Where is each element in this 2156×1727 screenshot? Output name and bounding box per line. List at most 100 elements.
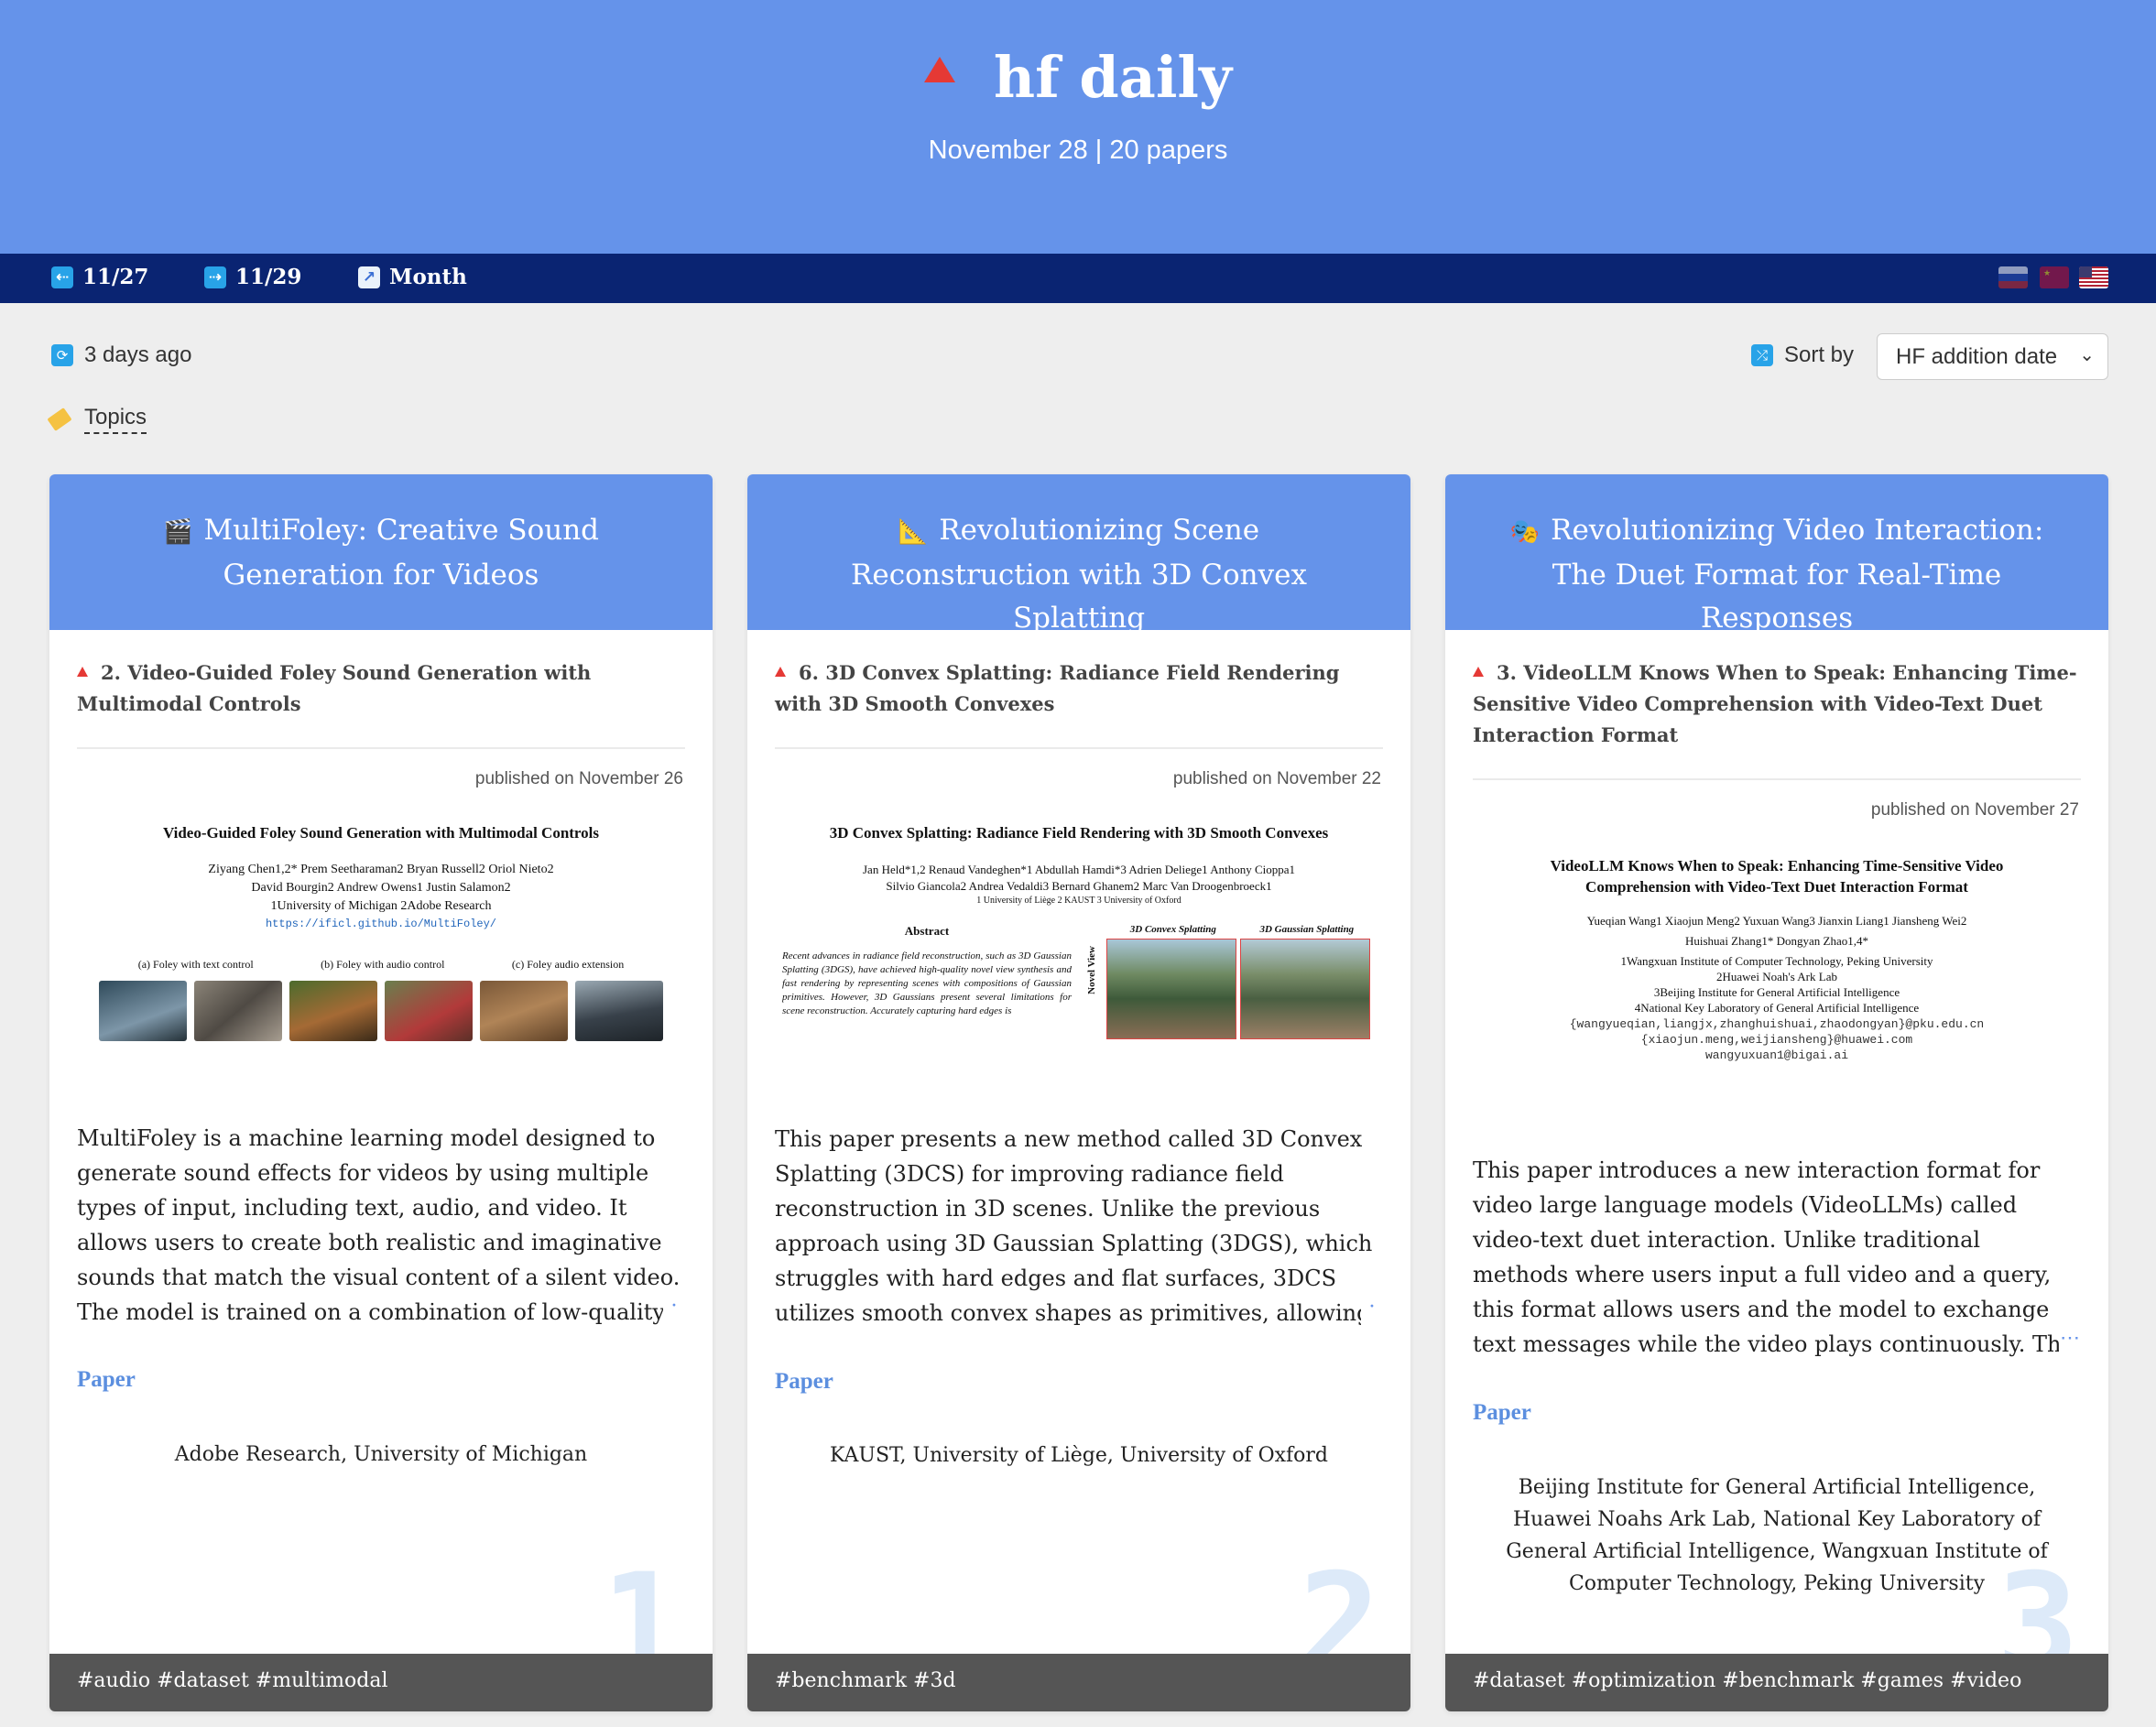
hf-triangle-icon	[1473, 667, 1484, 677]
preview-authors: Huishuai Zhang1* Dongyan Zhao1,4*	[1684, 934, 1869, 948]
sort-select-value: HF addition date	[1896, 344, 2058, 369]
figure-thumbnail	[1106, 939, 1236, 1039]
figure-caption: (b) Foley with audio control	[321, 958, 445, 971]
paper-preview-image: VideoLLM Knows When to Speak: Enhancing …	[1473, 844, 2081, 1135]
paper-title[interactable]: 6. 3D Convex Splatting: Radiance Field R…	[775, 657, 1383, 720]
flag-ru-icon[interactable]	[1998, 266, 2028, 288]
sort-label-group: ⤮ Sort by	[1751, 342, 1854, 368]
paper-title[interactable]: 3. VideoLLM Knows When to Speak: Enhanci…	[1473, 657, 2081, 751]
paper-title-text: 3. VideoLLM Knows When to Speak: Enhanci…	[1473, 661, 2077, 746]
card-tags[interactable]: #audio #dataset #multimodal	[49, 1654, 713, 1711]
card-headline-text: MultiFoley: Creative Sound Generation fo…	[203, 514, 600, 592]
figure-thumbnail	[480, 981, 568, 1041]
ellipsis-icon: ⋯	[2059, 1327, 2081, 1362]
paper-title[interactable]: 2. Video-Guided Foley Sound Generation w…	[77, 657, 685, 720]
preview-affiliation: 1 University of Liège 2 KAUST 3 Universi…	[976, 896, 1181, 906]
shuffle-icon: ⤮	[1751, 344, 1773, 366]
hf-triangle-icon	[775, 667, 786, 677]
paper-card: 🎭 Revolutionizing Video Interaction: The …	[1445, 474, 2108, 1711]
chart-icon: ↗	[358, 266, 380, 288]
figure-thumbnail	[575, 981, 663, 1041]
figure-thumbnail	[289, 981, 377, 1041]
preview-title: 3D Convex Splatting: Radiance Field Rend…	[829, 824, 1329, 842]
preview-authors: Jan Held*1,2 Renaud Vandeghen*1 Abdullah…	[862, 863, 1296, 876]
paper-link[interactable]: Paper	[1473, 1400, 1531, 1426]
figure-label: 3D Gaussian Splatting	[1259, 924, 1355, 935]
topics-toggle[interactable]: Topics	[47, 405, 147, 434]
tag-icon	[47, 407, 72, 431]
preview-abstract: Abstract Recent advances in radiance fie…	[782, 924, 1072, 1039]
paper-link[interactable]: Paper	[775, 1369, 833, 1395]
next-day-link[interactable]: ⇢ 11/29	[204, 265, 301, 289]
prev-day-link[interactable]: ⇠ 11/27	[51, 265, 148, 289]
logo-triangle-icon	[924, 57, 955, 82]
sort-select[interactable]: HF addition date ⌄	[1877, 333, 2108, 380]
preview-email: {xiaojun.meng,weijiansheng}@huawei.com	[1640, 1033, 1913, 1047]
flag-en-icon[interactable]	[2079, 266, 2108, 288]
paper-preview-image: 3D Convex Splatting: Radiance Field Rend…	[775, 813, 1383, 1104]
preview-figure-thumbnails	[77, 981, 685, 1041]
paper-title-text: 6. 3D Convex Splatting: Radiance Field R…	[775, 661, 1340, 715]
paper-affiliations: Beijing Institute for General Artificial…	[1506, 1476, 2048, 1595]
paper-description: This paper introduces a new interaction …	[1473, 1157, 2080, 1357]
page-header: hf daily November 28 | 20 papers	[0, 0, 2156, 254]
chevron-down-icon: ⌄	[2079, 343, 2095, 365]
divider	[1473, 778, 2081, 780]
divider	[775, 747, 1383, 749]
preview-affiliation: 1Wangxuan Institute of Computer Technolo…	[1620, 954, 1933, 968]
paper-card: 📐 Revolutionizing Scene Reconstruction wi…	[747, 474, 1410, 1711]
paper-card: 🎬 MultiFoley: Creative Sound Generation f…	[49, 474, 713, 1711]
preview-authors: David Bourgin2 Andrew Owens1 Justin Sala…	[251, 881, 511, 895]
updated-info: ⟳ 3 days ago	[51, 342, 191, 368]
abstract-text: Recent advances in radiance field recons…	[782, 950, 1072, 1016]
card-tags[interactable]: #dataset #optimization #benchmark #games…	[1445, 1654, 2108, 1711]
figure-labels: 3D Convex Splatting 3D Gaussian Splattin…	[1086, 924, 1376, 935]
nav-bar: ⇠ 11/27 ⇢ 11/29 ↗ Month ★	[0, 254, 2156, 303]
card-headline[interactable]: 📐 Revolutionizing Scene Reconstruction wi…	[747, 474, 1410, 635]
site-title[interactable]: hf daily	[0, 44, 2156, 111]
figure-thumbnail	[194, 981, 282, 1041]
paper-link[interactable]: Paper	[77, 1367, 136, 1393]
month-label: Month	[389, 265, 467, 289]
preview-affiliation: 3Beijing Institute for General Artificia…	[1653, 985, 1900, 999]
preview-email: {wangyueqian,liangjx,zhanghuishuai,zhaod…	[1569, 1017, 1985, 1031]
preview-authors: Ziyang Chen1,2* Prem Seetharaman2 Bryan …	[208, 863, 554, 876]
preview-url: https://ificl.github.io/MultiFoley/	[265, 918, 497, 930]
updated-text: 3 days ago	[84, 342, 192, 367]
arrow-right-icon: ⇢	[204, 266, 226, 288]
paper-title-text: 2. Video-Guided Foley Sound Generation w…	[77, 661, 592, 715]
page-subtitle: November 28 | 20 papers	[928, 136, 1228, 165]
preview-body: Abstract Recent advances in radiance fie…	[775, 924, 1383, 1039]
card-headline-text: Revolutionizing Video Interaction: The D…	[1551, 514, 2044, 635]
divider	[77, 747, 685, 749]
ellipsis-icon: ·	[663, 1295, 685, 1330]
card-headline[interactable]: 🎭 Revolutionizing Video Interaction: The …	[1445, 474, 2108, 635]
prev-day-label: 11/27	[82, 265, 149, 289]
paper-affiliations: KAUST, University of Liège, University o…	[829, 1444, 1329, 1467]
next-day-label: 11/29	[235, 265, 302, 289]
figure-thumbnail	[1240, 939, 1370, 1039]
preview-authors: Silvio Giancola2 Andrea Vedaldi3 Bernard…	[886, 879, 1272, 893]
card-tags[interactable]: #benchmark #3d	[747, 1654, 1410, 1711]
publish-date: published on November 22	[1172, 769, 1381, 788]
ellipsis-icon: ·	[1361, 1296, 1383, 1331]
triangle-ruler-icon: 📐	[898, 518, 929, 546]
preview-title: Video-Guided Foley Sound Generation with…	[162, 824, 600, 842]
preview-authors: Yueqian Wang1 Xiaojun Meng2 Yuxuan Wang3…	[1586, 914, 1967, 928]
hf-triangle-icon	[77, 667, 88, 677]
card-headline[interactable]: 🎬 MultiFoley: Creative Sound Generation f…	[49, 474, 713, 630]
flag-zh-icon[interactable]: ★	[2040, 266, 2069, 288]
preview-figure: 3D Convex Splatting 3D Gaussian Splattin…	[1086, 924, 1376, 1039]
preview-figure-captions: (a) Foley with text control (b) Foley wi…	[77, 958, 685, 972]
preview-affiliation: 2Huawei Noah's Ark Lab	[1716, 970, 1837, 983]
preview-title: VideoLLM Knows When to Speak: Enhancing …	[1550, 857, 2004, 896]
publish-date: published on November 26	[474, 769, 683, 788]
clapper-icon: 🎬	[162, 518, 193, 546]
month-link[interactable]: ↗ Month	[358, 265, 467, 289]
arrow-left-icon: ⇠	[51, 266, 73, 288]
paper-preview-image: Video-Guided Foley Sound Generation with…	[77, 813, 685, 1102]
figure-thumbnail	[385, 981, 473, 1041]
figure-label: 3D Convex Splatting	[1129, 924, 1216, 935]
refresh-icon: ⟳	[51, 344, 73, 366]
figure-thumbnail	[99, 981, 187, 1041]
